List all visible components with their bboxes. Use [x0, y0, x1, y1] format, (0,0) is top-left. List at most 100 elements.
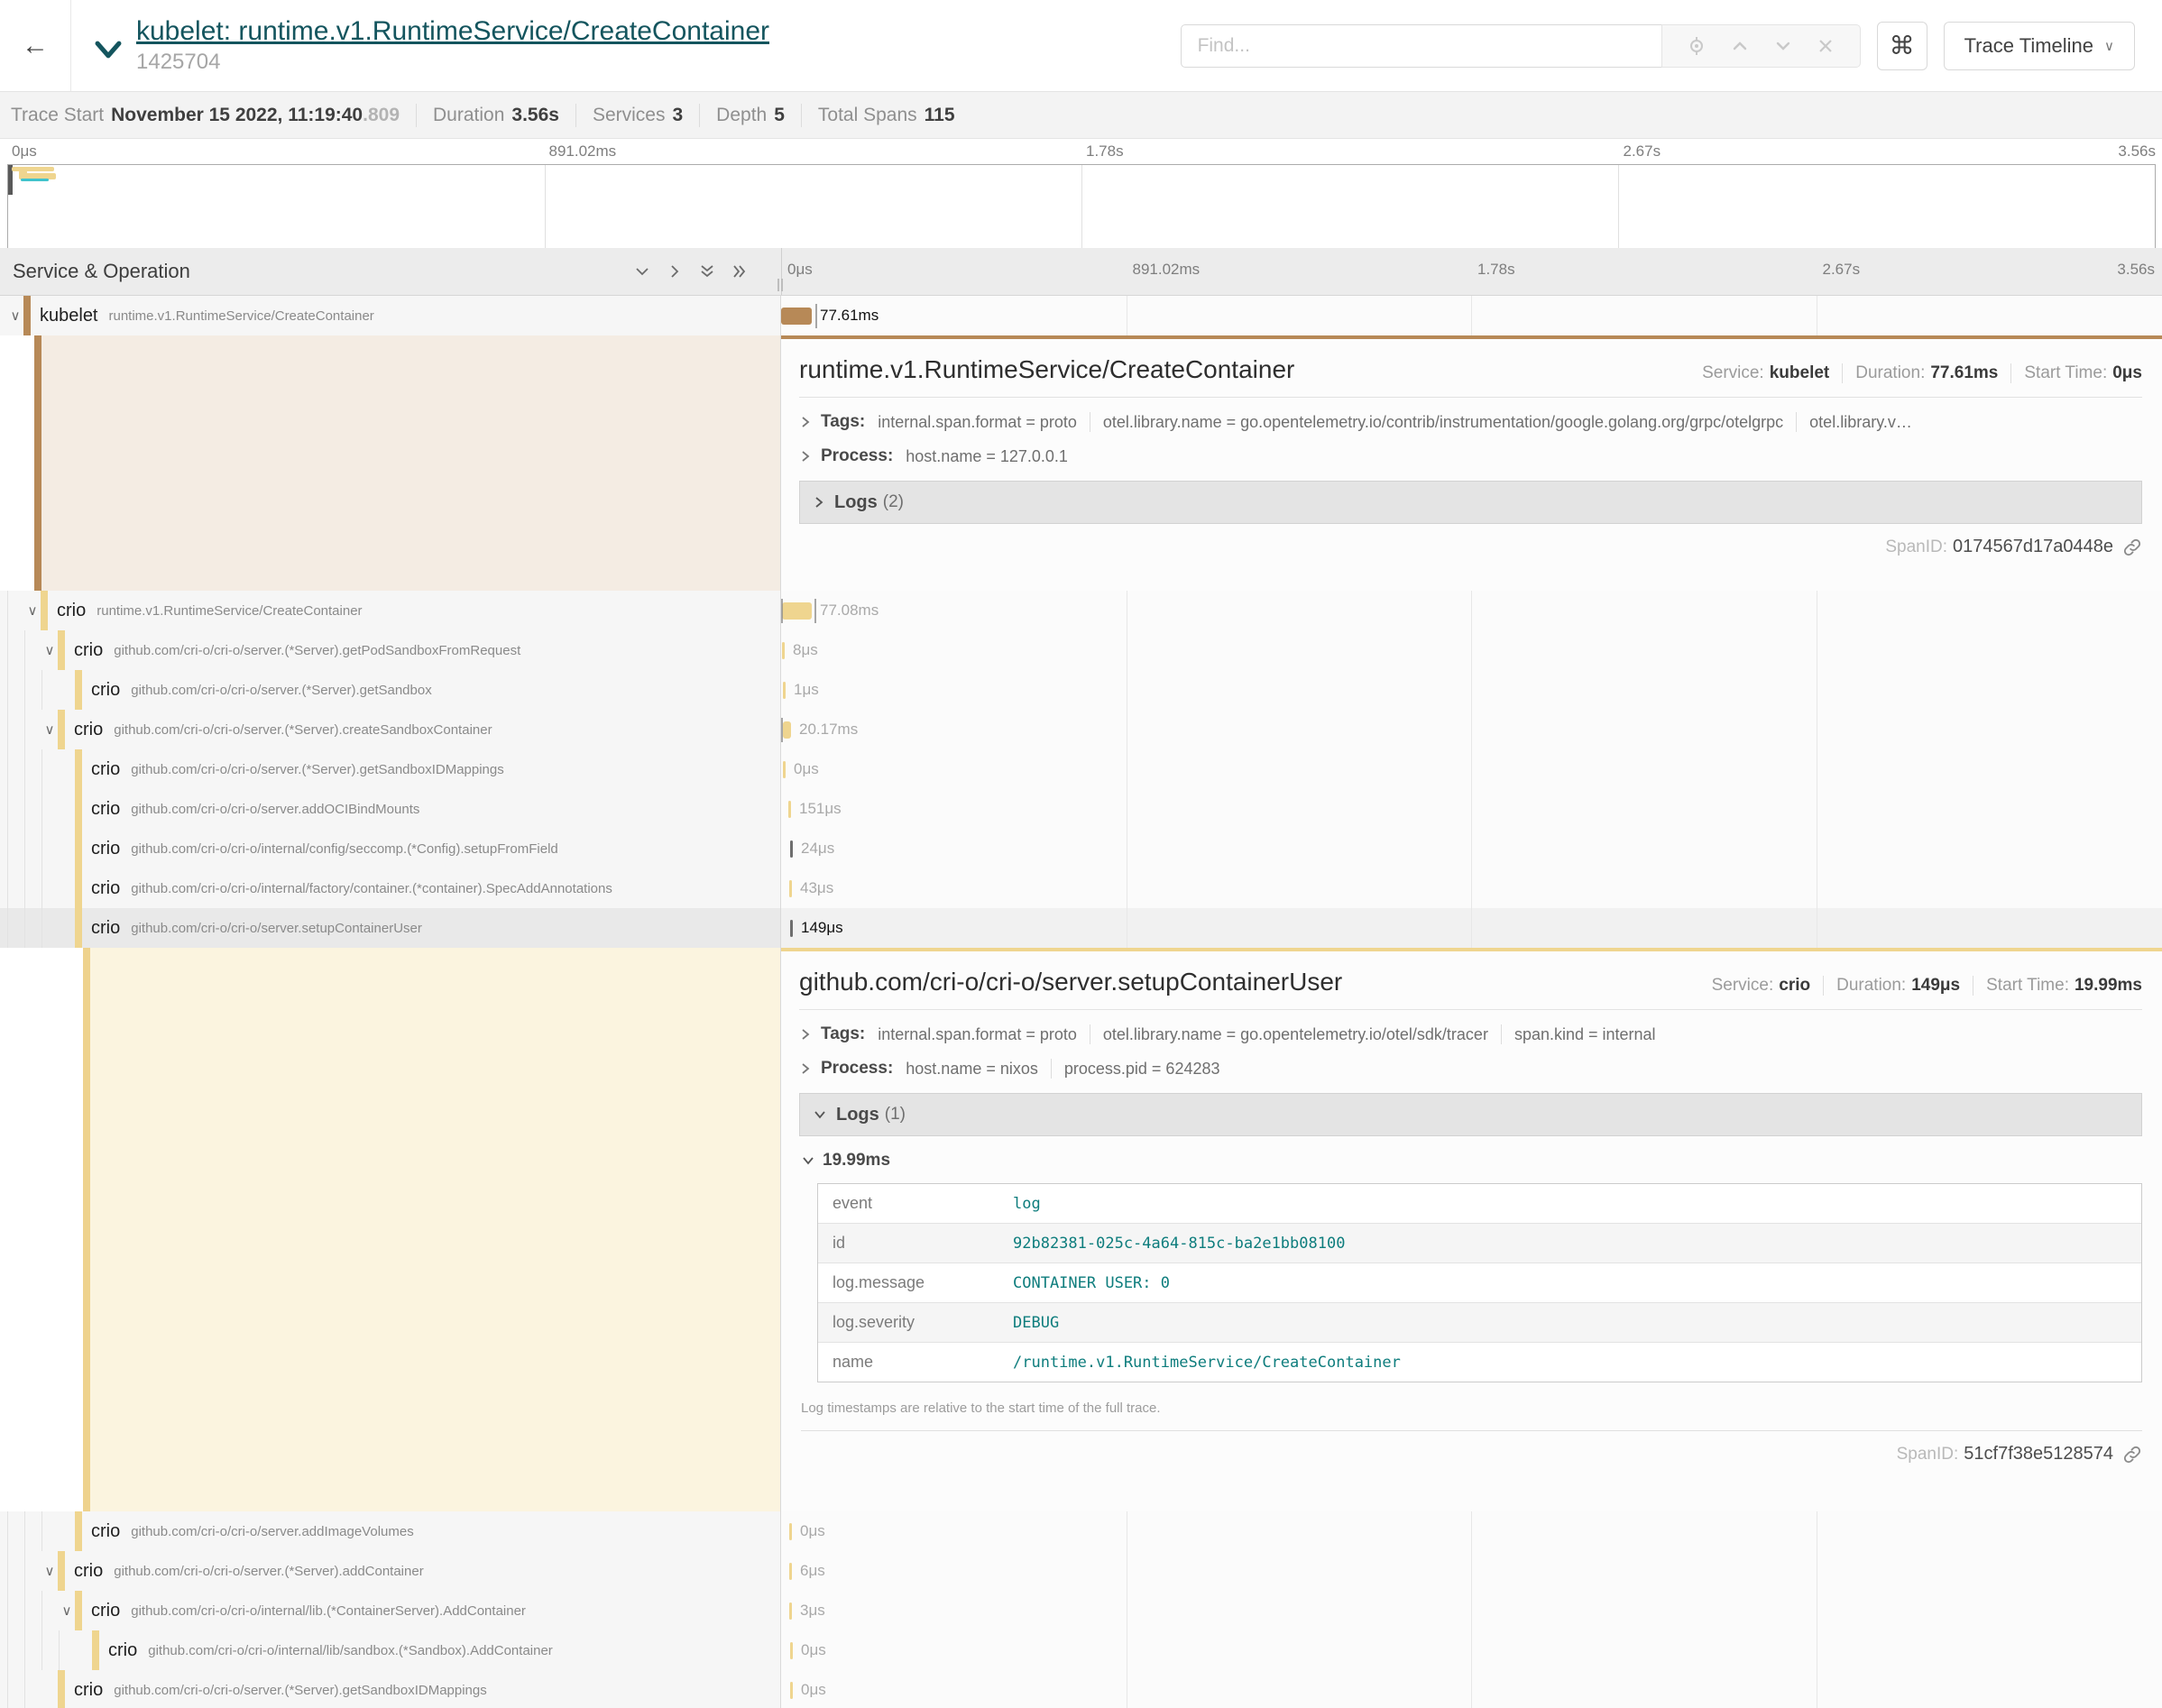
- clear-search-close-icon[interactable]: [1817, 37, 1835, 55]
- span-duration-label: 8μs: [793, 641, 818, 659]
- logs-accordion-expanded[interactable]: Logs (1): [799, 1093, 2142, 1136]
- collapse-span-chevron-icon[interactable]: ∨: [59, 1602, 75, 1619]
- collapse-trace-chevron-icon[interactable]: [93, 37, 124, 67]
- process-accordion[interactable]: Process: host.name = 127.0.0.1: [799, 446, 2142, 466]
- span-name-cell[interactable]: criogithub.com/cri-o/cri-o/server.(*Serv…: [0, 670, 781, 710]
- span-duration-bar[interactable]: [783, 761, 786, 778]
- span-row[interactable]: criogithub.com/cri-o/cri-o/internal/lib/…: [0, 1630, 2162, 1670]
- span-timeline-cell[interactable]: 24μs: [781, 829, 2162, 868]
- span-duration-bar[interactable]: [789, 1563, 792, 1580]
- span-name-cell[interactable]: ∨criogithub.com/cri-o/cri-o/server.(*Ser…: [0, 630, 781, 670]
- span-row[interactable]: ∨criogithub.com/cri-o/cri-o/server.(*Ser…: [0, 710, 2162, 749]
- back-button[interactable]: ←: [0, 0, 71, 91]
- span-row[interactable]: criogithub.com/cri-o/cri-o/server.(*Serv…: [0, 749, 2162, 789]
- span-timeline-cell[interactable]: 6μs: [781, 1551, 2162, 1591]
- span-timeline-cell[interactable]: 20.17ms: [781, 710, 2162, 749]
- span-duration-bar[interactable]: [782, 602, 812, 620]
- span-row[interactable]: criogithub.com/cri-o/cri-o/server.addIma…: [0, 1511, 2162, 1551]
- span-row[interactable]: ∨criogithub.com/cri-o/cri-o/internal/lib…: [0, 1591, 2162, 1630]
- span-name-cell[interactable]: criogithub.com/cri-o/cri-o/internal/lib/…: [0, 1630, 781, 1670]
- span-duration-bar[interactable]: [781, 308, 812, 325]
- span-timeline-cell[interactable]: 77.08ms: [781, 591, 2162, 630]
- logs-accordion[interactable]: Logs (2): [799, 481, 2142, 524]
- chevron-right-icon: [799, 415, 812, 429]
- process-accordion[interactable]: Process: host.name = nixosprocess.pid = …: [799, 1059, 2142, 1079]
- span-duration-bar[interactable]: [788, 801, 791, 818]
- trace-view-selector[interactable]: Trace Timeline ∨: [1944, 22, 2135, 70]
- span-duration-bar[interactable]: [789, 1602, 792, 1620]
- span-timeline-cell[interactable]: 3μs: [781, 1591, 2162, 1630]
- collapse-span-chevron-icon[interactable]: ∨: [24, 602, 41, 619]
- service-name: crio: [91, 1521, 120, 1542]
- span-duration-bar[interactable]: [789, 880, 792, 897]
- span-duration-bar[interactable]: [790, 920, 793, 937]
- collapse-span-chevron-icon[interactable]: ∨: [41, 1563, 58, 1579]
- span-timeline-cell[interactable]: 43μs: [781, 868, 2162, 908]
- collapse-one-chevron-down-icon[interactable]: [633, 262, 651, 280]
- expand-all-double-chevron-right-icon[interactable]: [731, 262, 749, 280]
- minimap-canvas[interactable]: [7, 164, 2156, 249]
- find-input[interactable]: [1181, 24, 1661, 68]
- next-result-chevron-down-icon[interactable]: [1773, 36, 1793, 56]
- copy-link-icon[interactable]: [2122, 1445, 2142, 1465]
- span-row[interactable]: criogithub.com/cri-o/cri-o/server.(*Serv…: [0, 670, 2162, 710]
- span-duration-bar[interactable]: [789, 1523, 792, 1540]
- log-entry-toggle[interactable]: 19.99ms: [801, 1151, 2142, 1171]
- span-timeline-cell[interactable]: 77.61ms: [781, 296, 2162, 335]
- span-timeline-cell[interactable]: 1μs: [781, 670, 2162, 710]
- span-duration-bar[interactable]: [783, 721, 791, 739]
- span-name-cell[interactable]: ∨criogithub.com/cri-o/cri-o/server.(*Ser…: [0, 1551, 781, 1591]
- top-bar: ← kubelet: runtime.v1.RuntimeService/Cre…: [0, 0, 2162, 91]
- locate-icon[interactable]: [1687, 36, 1707, 56]
- span-timeline-cell[interactable]: 151μs: [781, 789, 2162, 829]
- tags-accordion[interactable]: Tags: internal.span.format = protootel.l…: [799, 1024, 2142, 1044]
- span-duration-bar[interactable]: [782, 642, 785, 659]
- span-timeline-cell[interactable]: 149μs: [781, 908, 2162, 948]
- span-row[interactable]: criogithub.com/cri-o/cri-o/internal/conf…: [0, 829, 2162, 868]
- span-name-cell[interactable]: ∨criogithub.com/cri-o/cri-o/internal/lib…: [0, 1591, 781, 1630]
- tags-accordion[interactable]: Tags: internal.span.format = protootel.l…: [799, 412, 2142, 432]
- span-name-cell[interactable]: ∨criogithub.com/cri-o/cri-o/server.(*Ser…: [0, 710, 781, 749]
- span-duration-bar[interactable]: [790, 1682, 793, 1699]
- span-name-cell[interactable]: criogithub.com/cri-o/cri-o/internal/conf…: [0, 829, 781, 868]
- span-timeline-cell[interactable]: 0μs: [781, 749, 2162, 789]
- span-timeline-cell[interactable]: 8μs: [781, 630, 2162, 670]
- tree-indent-guide: [41, 789, 59, 829]
- collapse-span-chevron-icon[interactable]: ∨: [41, 642, 58, 658]
- span-row[interactable]: ∨crioruntime.v1.RuntimeService/CreateCon…: [0, 591, 2162, 630]
- span-timeline-cell[interactable]: 0μs: [781, 1630, 2162, 1670]
- span-row[interactable]: ∨criogithub.com/cri-o/cri-o/server.(*Ser…: [0, 630, 2162, 670]
- expand-one-chevron-right-icon[interactable]: [666, 262, 684, 280]
- span-duration-bar[interactable]: [783, 682, 786, 699]
- span-row[interactable]: criogithub.com/cri-o/cri-o/server.setupC…: [0, 908, 2162, 948]
- span-name-cell[interactable]: criogithub.com/cri-o/cri-o/server.addOCI…: [0, 789, 781, 829]
- prev-result-chevron-up-icon[interactable]: [1730, 36, 1750, 56]
- span-duration-bar[interactable]: [790, 1642, 793, 1659]
- span-name-cell[interactable]: criogithub.com/cri-o/cri-o/server.(*Serv…: [0, 749, 781, 789]
- log-field-row: eventlog: [818, 1184, 2141, 1223]
- span-name-cell[interactable]: ∨kubeletruntime.v1.RuntimeService/Create…: [0, 296, 781, 335]
- span-row[interactable]: criogithub.com/cri-o/cri-o/internal/fact…: [0, 868, 2162, 908]
- collapse-all-double-chevron-down-icon[interactable]: [698, 262, 716, 280]
- span-name-cell[interactable]: criogithub.com/cri-o/cri-o/server.setupC…: [0, 908, 781, 948]
- span-name-cell[interactable]: ∨crioruntime.v1.RuntimeService/CreateCon…: [0, 591, 781, 630]
- trace-title-link[interactable]: kubelet: runtime.v1.RuntimeService/Creat…: [136, 16, 769, 47]
- span-timeline-cell[interactable]: 0μs: [781, 1670, 2162, 1708]
- span-name-cell[interactable]: criogithub.com/cri-o/cri-o/internal/fact…: [0, 868, 781, 908]
- span-row[interactable]: ∨criogithub.com/cri-o/cri-o/server.(*Ser…: [0, 1551, 2162, 1591]
- span-duration-bar[interactable]: [790, 840, 793, 858]
- tag-divider: [1796, 412, 1797, 432]
- span-boundary-tick: [814, 599, 816, 623]
- copy-link-icon[interactable]: [2122, 537, 2142, 557]
- span-row[interactable]: criogithub.com/cri-o/cri-o/server.(*Serv…: [0, 1670, 2162, 1708]
- span-name-cell[interactable]: criogithub.com/cri-o/cri-o/server.(*Serv…: [0, 1670, 781, 1708]
- keyboard-shortcuts-button[interactable]: ⌘: [1877, 22, 1927, 70]
- span-timeline-cell[interactable]: 0μs: [781, 1511, 2162, 1551]
- span-row[interactable]: ∨kubeletruntime.v1.RuntimeService/Create…: [0, 296, 2162, 335]
- tick-label: 1.78s: [1472, 261, 1515, 279]
- span-row[interactable]: criogithub.com/cri-o/cri-o/server.addOCI…: [0, 789, 2162, 829]
- tree-indent-guide: [24, 1511, 41, 1551]
- collapse-span-chevron-icon[interactable]: ∨: [41, 721, 58, 738]
- span-name-cell[interactable]: criogithub.com/cri-o/cri-o/server.addIma…: [0, 1511, 781, 1551]
- collapse-span-chevron-icon[interactable]: ∨: [7, 308, 23, 324]
